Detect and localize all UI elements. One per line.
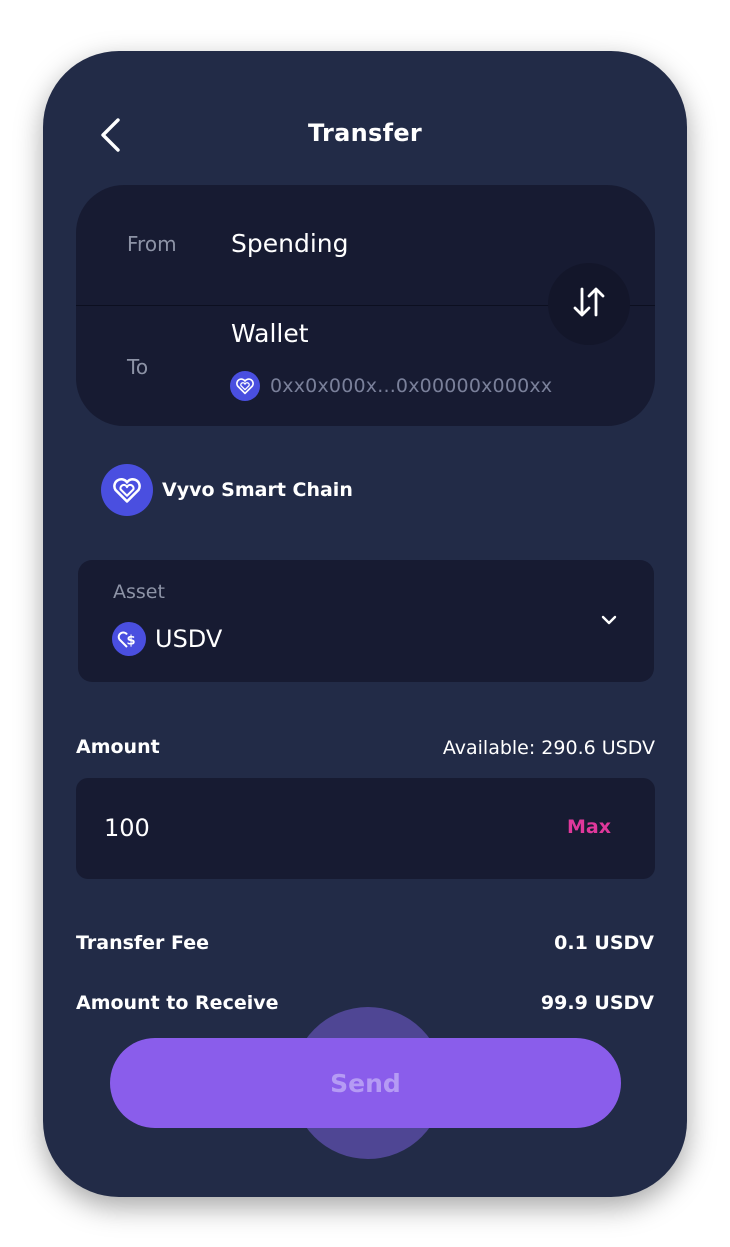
transfer-fee-value: 0.1 USDV (554, 932, 654, 954)
transfer-fee-label: Transfer Fee (76, 932, 210, 954)
asset-value: USDV (155, 625, 223, 653)
available-balance: Available: 290.6 USDV (442, 737, 655, 759)
heart-logo-icon (101, 464, 153, 516)
svg-text:$: $ (127, 634, 136, 649)
dollar-coin-icon: $ (112, 622, 146, 656)
page-title: Transfer (307, 119, 423, 147)
amount-label: Amount (76, 736, 160, 758)
max-button[interactable]: Max (567, 816, 611, 838)
chevron-down-icon (600, 610, 618, 634)
send-button[interactable]: Send (110, 1038, 621, 1128)
asset-select[interactable]: Asset $ USDV (78, 560, 654, 682)
swap-vertical-icon (570, 285, 608, 323)
receive-amount-value: 99.9 USDV (540, 992, 654, 1014)
network-label: Vyvo Smart Chain (162, 479, 353, 501)
to-address-row: 0xx0x000x...0x00000x000xx (230, 371, 552, 401)
receive-amount-label: Amount to Receive (76, 992, 279, 1014)
heart-logo-icon (230, 371, 260, 401)
asset-selected: $ USDV (112, 622, 222, 656)
to-address: 0xx0x000x...0x00000x000xx (270, 375, 553, 397)
from-label: From (127, 232, 177, 256)
amount-field: Max (76, 778, 655, 879)
to-label: To (127, 355, 149, 379)
network-indicator: Vyvo Smart Chain (101, 464, 353, 516)
asset-label: Asset (113, 581, 165, 603)
from-value: Spending (231, 229, 349, 258)
swap-direction-button[interactable] (548, 263, 630, 345)
transfer-screen: Transfer From Spending To Wallet 0xx0x00… (43, 51, 687, 1197)
to-value: Wallet (231, 319, 309, 348)
amount-input[interactable] (104, 808, 504, 848)
